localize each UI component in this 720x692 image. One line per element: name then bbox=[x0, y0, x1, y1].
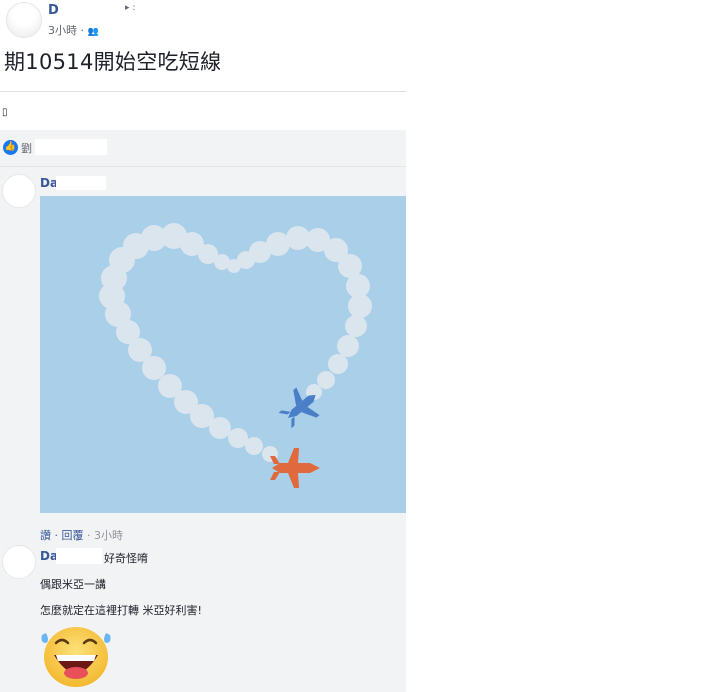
comments-section: 👍 劉 Da 讚 · 回覆 · 3小時 Da 好奇怪唷 偶跟米亞一講 怎麼就定在… bbox=[0, 130, 406, 692]
comment-time[interactable]: 3小時 bbox=[94, 529, 123, 542]
divider bbox=[0, 91, 406, 92]
commenter-avatar[interactable] bbox=[2, 545, 36, 579]
author-avatar[interactable] bbox=[6, 2, 42, 38]
like-icon: 👍 bbox=[3, 140, 18, 155]
heart-smoke-illustration bbox=[99, 223, 372, 488]
reactions-text: 劉 bbox=[21, 142, 32, 155]
like-link[interactable]: 讚 bbox=[40, 529, 51, 542]
comment-text: 偶跟米亞一講 bbox=[40, 578, 106, 591]
post-time[interactable]: 3小時 bbox=[48, 24, 77, 37]
comment-image[interactable] bbox=[40, 196, 406, 513]
caret-icon[interactable]: ▸ : bbox=[125, 3, 135, 13]
comment-actions: 讚 · 回覆 · 3小時 bbox=[40, 529, 123, 542]
comment-text: 怎麼就定在這裡打轉 米亞好利害! bbox=[40, 604, 202, 617]
reply-link[interactable]: 回覆 bbox=[62, 529, 84, 542]
smoke-trail bbox=[99, 223, 372, 462]
comment-text: 好奇怪唷 bbox=[104, 552, 148, 565]
post-title: 期10514開始空吃短線 bbox=[4, 50, 222, 74]
post-meta: 3小時 · 👥 bbox=[48, 24, 99, 37]
reactions-row[interactable]: 👍 劉 bbox=[0, 130, 406, 167]
redacted-name bbox=[62, 6, 120, 16]
facebook-post: D ▸ : 3小時 · 👥 期10514開始空吃短線 ▯ 👍 劉 Da 讚 · … bbox=[0, 0, 406, 692]
laughing-tears-emoji bbox=[41, 627, 111, 687]
redacted-reactions bbox=[35, 139, 107, 155]
post-author-name[interactable]: D bbox=[48, 3, 59, 18]
friends-icon: 👥 bbox=[87, 27, 99, 37]
redacted-name bbox=[56, 176, 106, 190]
redacted-name bbox=[56, 548, 102, 564]
commenter-avatar[interactable] bbox=[2, 174, 36, 208]
post-small-text: ▯ bbox=[2, 107, 8, 118]
